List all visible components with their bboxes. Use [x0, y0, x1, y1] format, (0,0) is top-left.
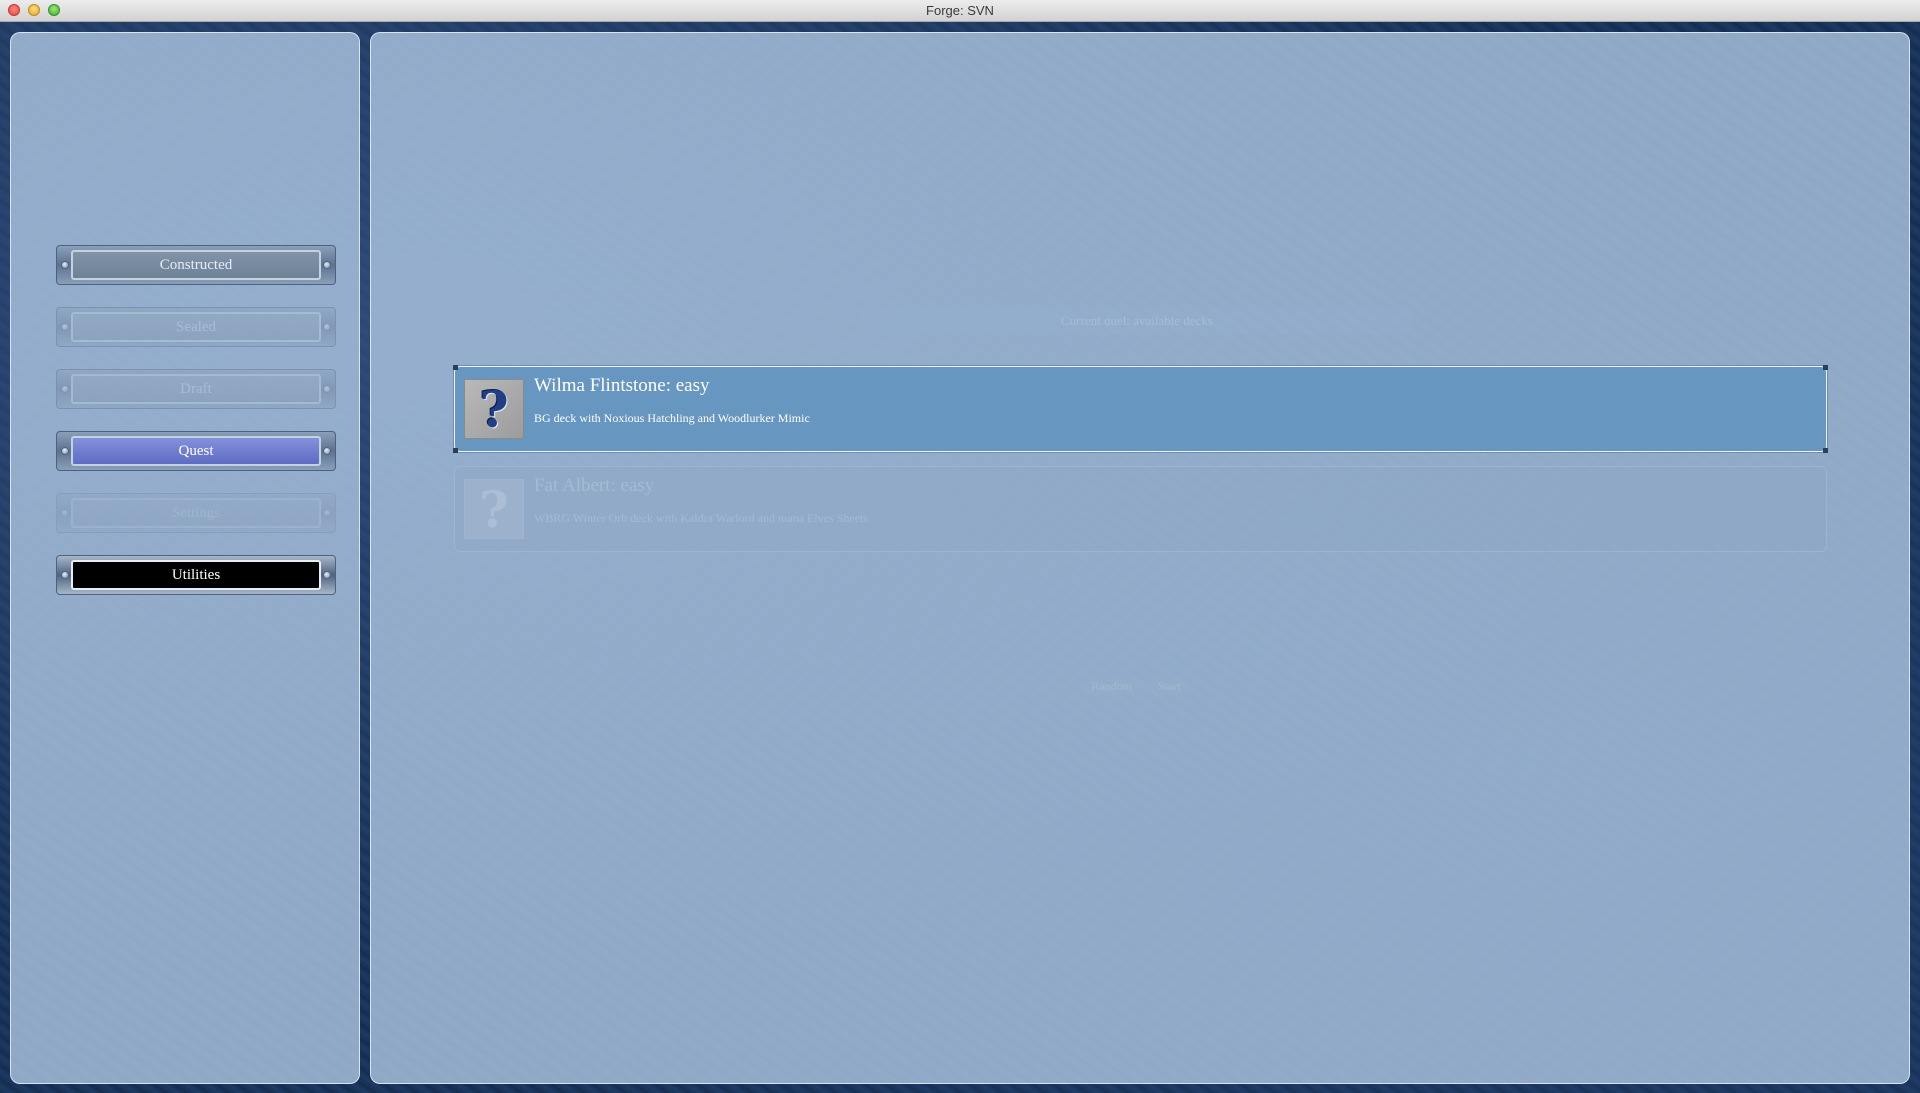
faint-top-controls: · ·: [860, 110, 1340, 130]
start-button[interactable]: Start: [1152, 678, 1187, 694]
rivet-icon: [61, 385, 69, 393]
nav-button-label: Settings: [71, 498, 321, 528]
nav-quest-button[interactable]: Quest: [56, 431, 336, 471]
nav-panel: Constructed Sealed Draft Quest Settings …: [10, 32, 360, 1084]
main-panel: [370, 32, 1910, 1084]
nav-button-label: Utilities: [71, 560, 321, 590]
rivet-icon: [323, 323, 331, 331]
nav-button-label: Quest: [71, 436, 321, 466]
window-title: Forge: SVN: [926, 3, 994, 18]
rivet-icon: [61, 261, 69, 269]
nav-constructed-button[interactable]: Constructed: [56, 245, 336, 285]
nav-draft-button[interactable]: Draft: [56, 369, 336, 409]
rivet-icon: [61, 447, 69, 455]
rivet-icon: [323, 261, 331, 269]
title-bar: Forge: SVN: [0, 0, 1920, 22]
duel-header-label: Current duel: available decks: [862, 308, 1412, 334]
rivet-icon: [61, 571, 69, 579]
selection-corner: [453, 365, 458, 370]
selection-corner: [1823, 365, 1828, 370]
duel-controls: Random Start: [1056, 678, 1216, 694]
opponent-row-selected[interactable]: ? Wilma Flintstone: easy BG deck with No…: [453, 365, 1828, 453]
nav-utilities-button[interactable]: Utilities: [56, 555, 336, 595]
nav-settings-button[interactable]: Settings: [56, 493, 336, 533]
rivet-icon: [323, 385, 331, 393]
selection-corner: [453, 448, 458, 453]
rivet-icon: [323, 571, 331, 579]
opponent-title: Fat Albert: easy: [534, 475, 655, 496]
rivet-icon: [323, 447, 331, 455]
opponent-description: WBRG Winter Orb deck with Kaldra Warlord…: [534, 511, 869, 525]
rivet-icon: [323, 509, 331, 517]
random-button[interactable]: Random: [1085, 678, 1138, 694]
nav-button-label: Draft: [71, 374, 321, 404]
opponent-description: BG deck with Noxious Hatchling and Woodl…: [534, 411, 810, 425]
opponent-row[interactable]: ? Fat Albert: easy WBRG Winter Orb deck …: [454, 466, 1827, 552]
question-mark-icon: ?: [464, 379, 524, 439]
faint-top-marker: ·: [1336, 110, 1340, 124]
nav-button-label: Constructed: [71, 250, 321, 280]
rivet-icon: [61, 323, 69, 331]
rivet-icon: [61, 509, 69, 517]
faint-top-marker: ·: [860, 110, 864, 124]
selection-corner: [1823, 448, 1828, 453]
nav-sealed-button[interactable]: Sealed: [56, 307, 336, 347]
question-mark-icon: ?: [464, 479, 524, 539]
nav-button-label: Sealed: [71, 312, 321, 342]
opponent-title: Wilma Flintstone: easy: [534, 375, 710, 396]
